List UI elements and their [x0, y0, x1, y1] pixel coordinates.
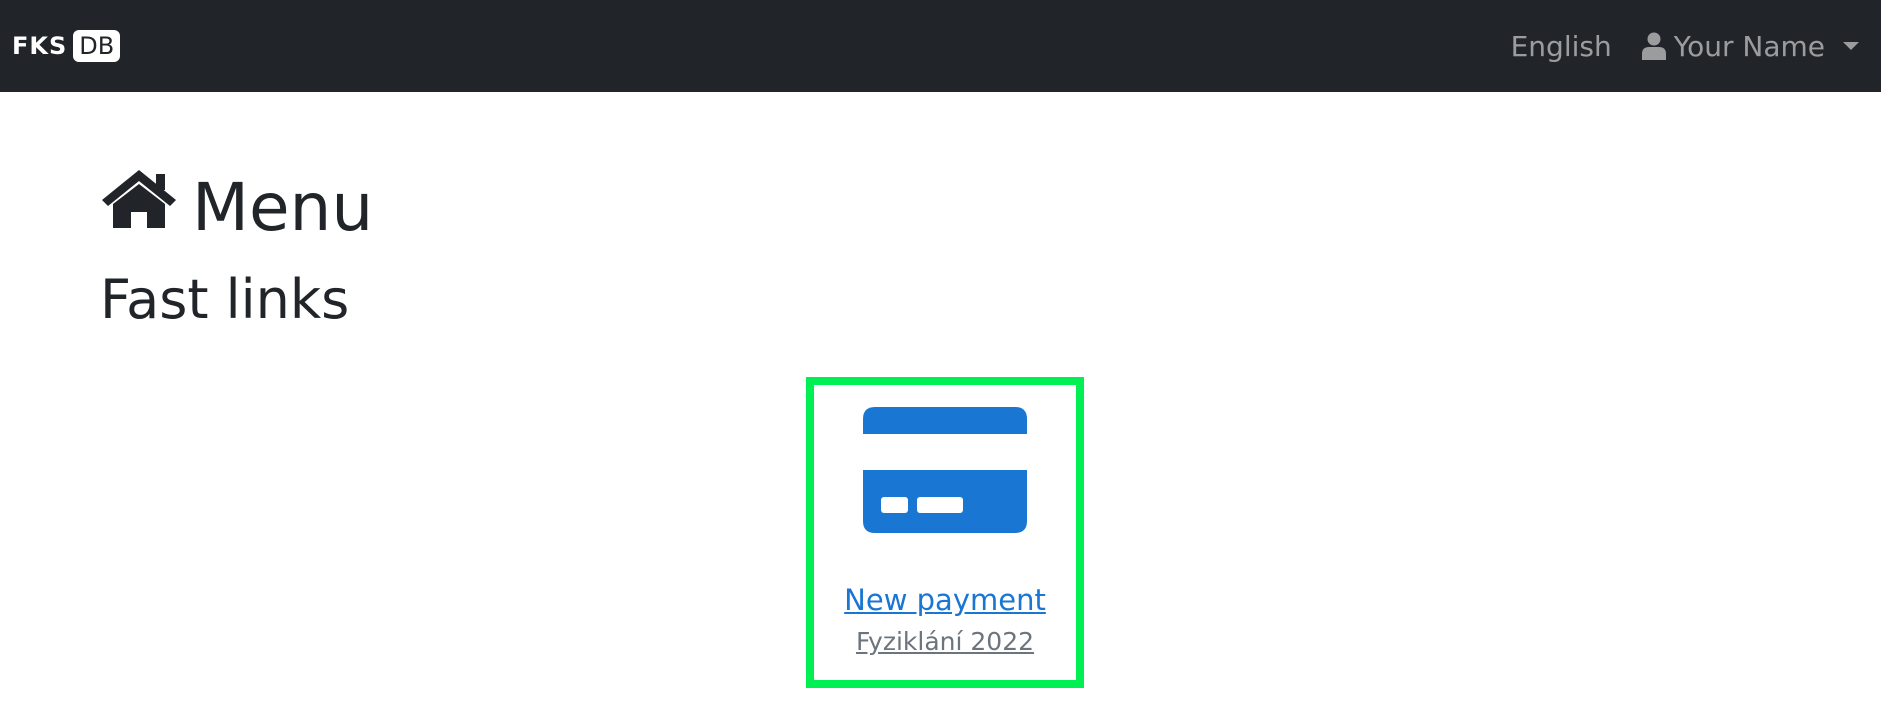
user-icon — [1641, 32, 1666, 60]
brand-fks-text: FKS — [12, 32, 68, 60]
brand-logo[interactable]: FKS DB — [12, 30, 121, 62]
event-sublabel-link[interactable]: Fyziklání 2022 — [856, 627, 1034, 656]
home-icon — [100, 168, 178, 246]
brand-db-text: DB — [73, 30, 121, 62]
page-title-text: Menu — [192, 168, 374, 246]
chevron-down-icon — [1843, 42, 1859, 50]
page-title: Menu — [100, 168, 373, 246]
new-payment-link[interactable]: New payment — [844, 583, 1046, 617]
language-switch[interactable]: English — [1511, 30, 1612, 63]
credit-card-icon — [863, 407, 1027, 537]
top-navbar: FKS DB English Your Name — [0, 0, 1881, 92]
section-title: Fast links — [100, 268, 350, 331]
user-menu-toggle[interactable]: Your Name — [1641, 29, 1859, 63]
fast-link-card[interactable]: New payment Fyziklání 2022 — [806, 377, 1084, 688]
navbar-right: English Your Name — [1511, 30, 1869, 63]
user-name-label: Your Name — [1673, 29, 1825, 63]
